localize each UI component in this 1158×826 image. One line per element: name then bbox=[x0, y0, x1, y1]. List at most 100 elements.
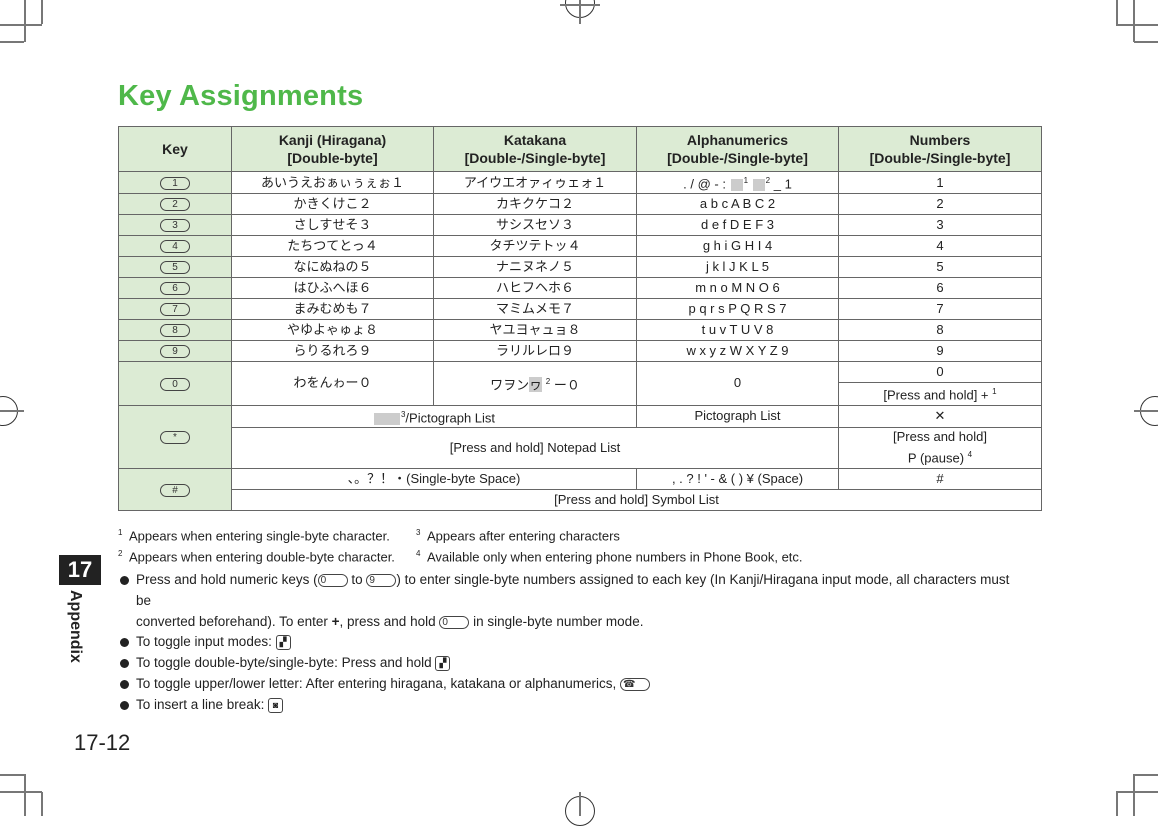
table-row: * 3/Pictograph List Pictograph List ✕ bbox=[118, 404, 1042, 469]
bullet-list: Press and hold numeric keys (0 to 9) to … bbox=[120, 570, 1020, 716]
table-row: 1 あいうえおぁぃぅぇぉ１ アイウエオァィゥェォ１ . / @ - : 1 2 … bbox=[118, 170, 1042, 195]
alpha-cell: Pictograph List bbox=[636, 404, 839, 428]
table-row: [Press and hold] Notepad List [Press and… bbox=[119, 426, 1042, 469]
crop-mark bbox=[0, 24, 42, 26]
notepad-cell: [Press and hold] Notepad List bbox=[231, 426, 839, 469]
alpha-cell: w x y z W X Y Z 9 bbox=[636, 340, 839, 363]
katakana-cell: アイウエオァィゥェォ１ bbox=[433, 170, 637, 195]
kanji-cell: はひふへほ６ bbox=[231, 277, 434, 300]
chapter-badge: 17 bbox=[59, 555, 101, 585]
bullet-dot bbox=[120, 679, 129, 689]
special-char-glyph: ヮ bbox=[529, 377, 543, 393]
footnote: 3 Appears after entering characters bbox=[416, 528, 620, 544]
bullet-item: To toggle upper/lower letter: After ente… bbox=[120, 674, 1020, 695]
numbers-cell: 5 bbox=[838, 256, 1042, 279]
table-row: 2 かきくけこ２ カキクケコ２ a b c A B C 2 2 bbox=[118, 193, 1042, 216]
key-cell: * bbox=[118, 404, 232, 469]
special-char-glyph bbox=[752, 178, 765, 191]
table-row: [Press and hold] Symbol List bbox=[119, 488, 1042, 511]
numbers-cell: [Press and hold] P (pause) 4 bbox=[838, 426, 1042, 469]
numbers-cell: 9 bbox=[838, 340, 1042, 363]
key-cell: # bbox=[118, 467, 232, 511]
alpha-cell: , . ? ! ' - & ( ) ¥ (Space) bbox=[636, 467, 839, 490]
call-key-icon: ☎ bbox=[620, 677, 651, 691]
key-cell: 3 bbox=[118, 214, 232, 237]
kanji-cell: さしすせそ３ bbox=[231, 214, 434, 237]
bullet-item: Press and hold numeric keys (0 to 9) to … bbox=[120, 570, 1020, 632]
key-cell: 2 bbox=[118, 193, 232, 216]
table-row: # 、。？！・(Single-byte Space) , . ? ! ' - &… bbox=[118, 467, 1042, 511]
katakana-cell: ナニヌネノ５ bbox=[433, 256, 637, 279]
kanji-cell: あいうえおぁぃぅぇぉ１ bbox=[231, 170, 434, 195]
numbers-cell: 6 bbox=[838, 277, 1042, 300]
numbers-cell: 0 bbox=[838, 361, 1042, 384]
kanji-cell: やゆよゃゅょ８ bbox=[231, 319, 434, 342]
key-7-icon: 7 bbox=[160, 303, 190, 317]
key-2-icon: 2 bbox=[160, 198, 190, 212]
table-row: 9 らりるれろ９ ラリルレロ９ w x y z W X Y Z 9 9 bbox=[118, 340, 1042, 363]
alpha-cell: t u v T U V 8 bbox=[636, 319, 839, 342]
katakana-cell: ハヒフヘホ６ bbox=[433, 277, 637, 300]
crop-mark bbox=[0, 791, 42, 793]
mode-key-icon: ▞ bbox=[275, 635, 291, 651]
page-number: 17-12 bbox=[74, 730, 131, 755]
kanji-cell: たちつてとっ４ bbox=[231, 235, 434, 258]
special-char-glyph bbox=[730, 178, 743, 191]
page-title: Key Assignments bbox=[118, 80, 364, 112]
crop-mark bbox=[1116, 791, 1158, 793]
key-cell: 9 bbox=[118, 340, 232, 363]
key-cell: 7 bbox=[118, 298, 232, 321]
key-0-icon: 0 bbox=[317, 573, 348, 587]
kanji-cell: わをんゎー０ bbox=[231, 361, 434, 406]
table-row: 5 なにぬねの５ ナニヌネノ５ j k l J K L 5 5 bbox=[118, 256, 1042, 279]
crop-mark bbox=[0, 41, 24, 43]
kanji-cell: なにぬねの５ bbox=[231, 256, 434, 279]
key-6-icon: 6 bbox=[160, 282, 190, 296]
bullet-dot bbox=[120, 700, 129, 710]
header-kanji: Kanji (Hiragana) [Double-byte] bbox=[231, 126, 434, 172]
special-char-glyph bbox=[373, 412, 400, 425]
numbers-cell: ✕ bbox=[838, 404, 1042, 428]
crop-mark bbox=[0, 774, 24, 776]
crop-mark bbox=[24, 774, 26, 816]
crop-mark bbox=[41, 792, 43, 816]
numbers-cell: 1 bbox=[838, 170, 1042, 195]
header-katakana: Katakana [Double-/Single-byte] bbox=[433, 126, 637, 172]
numbers-cell: 8 bbox=[838, 319, 1042, 342]
crop-mark bbox=[1134, 774, 1158, 776]
crop-mark bbox=[1116, 792, 1118, 816]
bullet-item: To toggle input modes: ▞ bbox=[120, 632, 1020, 653]
mode-key-icon: ▞ bbox=[435, 656, 451, 672]
table-header-row: Key Kanji (Hiragana) [Double-byte] Kataka… bbox=[118, 126, 1042, 172]
bullet-dot bbox=[120, 576, 129, 585]
kanji-cell: かきくけこ２ bbox=[231, 193, 434, 216]
key-hash-icon: # bbox=[160, 483, 190, 497]
katakana-cell: ヤユヨャュョ８ bbox=[433, 319, 637, 342]
crop-mark bbox=[1134, 41, 1158, 43]
key-cell: 1 bbox=[118, 170, 232, 195]
footnote: 1 Appears when entering single-byte char… bbox=[118, 528, 390, 544]
table-row: 4 たちつてとっ４ タチツテトッ４ g h i G H I 4 4 bbox=[118, 235, 1042, 258]
header-key: Key bbox=[118, 126, 232, 172]
crop-mark bbox=[1134, 410, 1158, 412]
key-cell: 0 bbox=[118, 361, 232, 406]
numbers-cell: 7 bbox=[838, 298, 1042, 321]
footnote: 2 Appears when entering double-byte char… bbox=[118, 549, 395, 565]
katakana-cell: カキクケコ２ bbox=[433, 193, 637, 216]
crop-mark bbox=[1133, 0, 1135, 42]
numbers-cell: [Press and hold] + 1 bbox=[838, 382, 1042, 406]
crop-mark bbox=[24, 0, 26, 42]
chapter-label: Appendix bbox=[67, 590, 84, 663]
crop-mark bbox=[579, 792, 581, 816]
table-row: 6 はひふへほ６ ハヒフヘホ６ m n o M N O 6 6 bbox=[118, 277, 1042, 300]
bullet-dot bbox=[120, 638, 129, 648]
header-alphanumerics: Alphanumerics [Double-/Single-byte] bbox=[636, 126, 839, 172]
numbers-cell: 2 bbox=[838, 193, 1042, 216]
katakana-cell: サシスセソ３ bbox=[433, 214, 637, 237]
table-row: 3 さしすせそ３ サシスセソ３ d e f D E F 3 3 bbox=[118, 214, 1042, 237]
key-3-icon: 3 bbox=[160, 219, 190, 233]
alpha-cell: m n o M N O 6 bbox=[636, 277, 839, 300]
crop-mark bbox=[560, 4, 600, 6]
key-9-icon: 9 bbox=[160, 345, 190, 359]
kanji-katakana-cell: 3/Pictograph List bbox=[231, 404, 637, 428]
